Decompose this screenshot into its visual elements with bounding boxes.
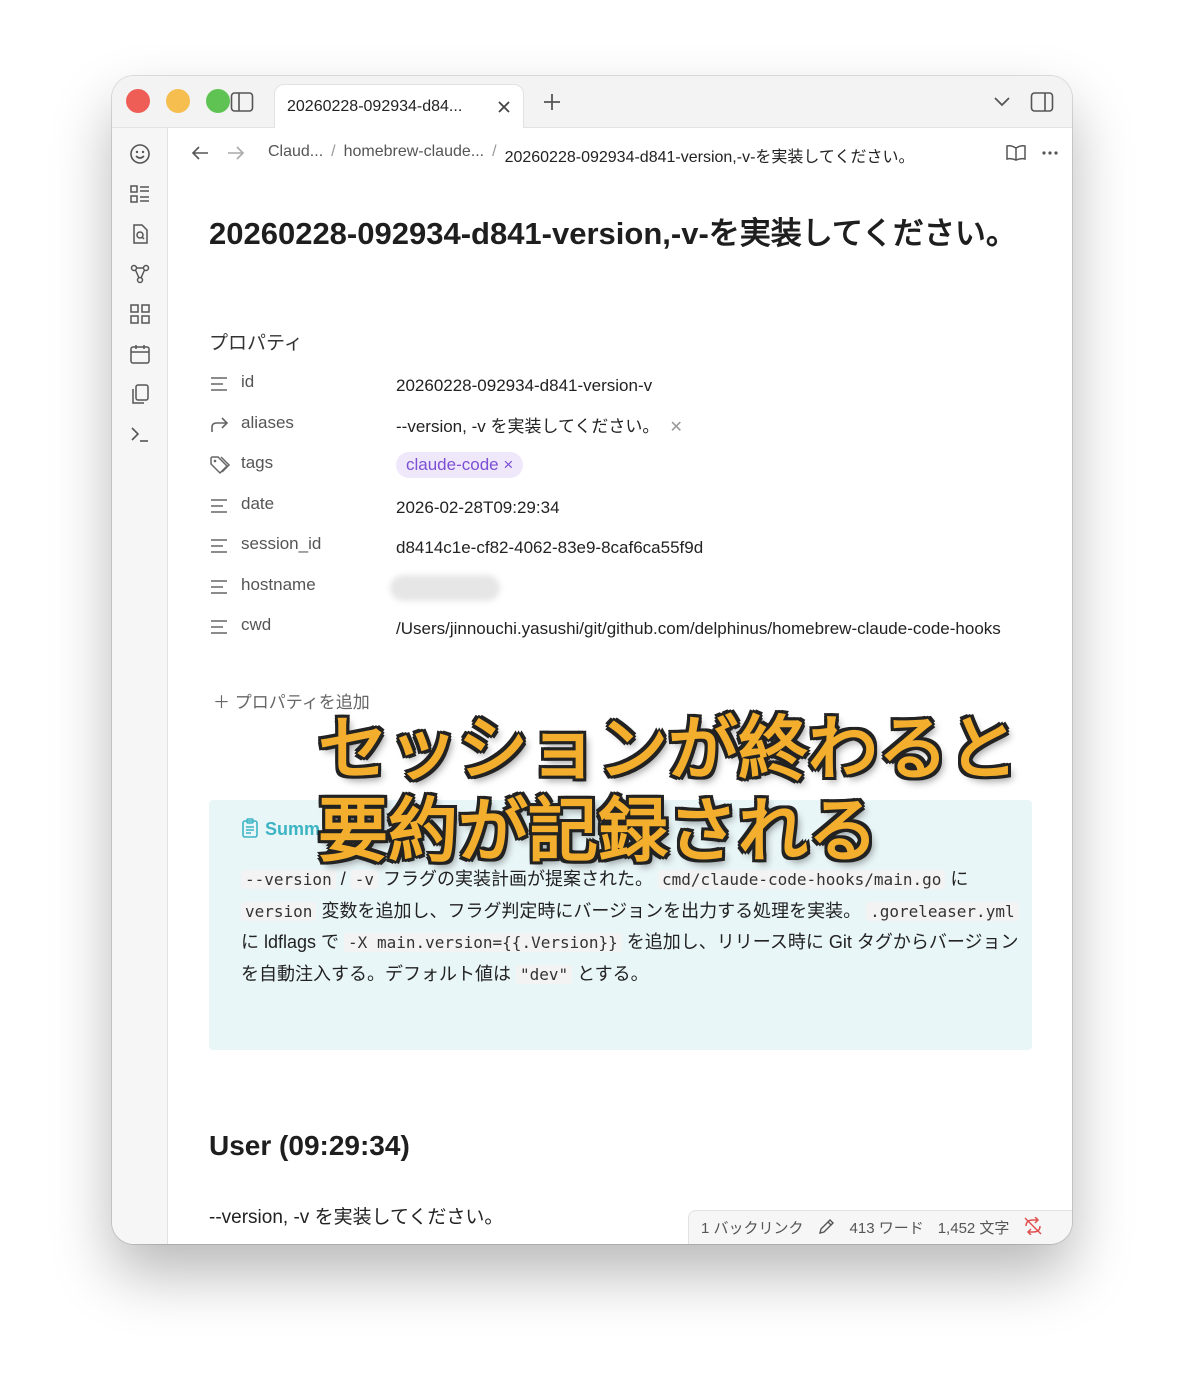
- sync-error-icon[interactable]: [1023, 1215, 1043, 1239]
- property-key: id: [241, 372, 255, 391]
- tab-close-icon[interactable]: [491, 94, 517, 120]
- zoom-window-button[interactable]: [206, 89, 230, 113]
- callout-body[interactable]: --version / -v フラグの実装計画が提案された。 cmd/claud…: [241, 864, 1021, 990]
- property-value[interactable]: d8414c1e-cf82-4062-83e9-8caf6ca55f9d: [396, 534, 1026, 561]
- property-value[interactable]: 2026-02-28T09:29:34: [396, 494, 1026, 521]
- text-lines-icon: [211, 580, 227, 594]
- overlay-line-1: セッションが終わると: [318, 708, 1018, 790]
- inline-code: -v: [350, 870, 378, 889]
- properties-heading[interactable]: プロパティ: [209, 328, 303, 355]
- blurred-hostname: [390, 575, 500, 601]
- word-count: 413 ワード: [849, 1220, 924, 1237]
- graph-view-icon[interactable]: [128, 262, 152, 286]
- text-span: に: [945, 869, 969, 889]
- breadcrumb-separator: /: [331, 143, 336, 160]
- app-window: 20260228-092934-d84... Claud... / homebr…: [112, 76, 1072, 1244]
- file-search-icon[interactable]: [128, 222, 152, 246]
- more-options-icon[interactable]: [1038, 141, 1062, 165]
- back-arrow-icon[interactable]: [188, 141, 212, 165]
- user-message-text[interactable]: --version, -v を実装してください。: [209, 1202, 503, 1229]
- callout-title[interactable]: Summ: [241, 818, 320, 840]
- alias-value: --version, -v を実装してください。: [396, 417, 660, 436]
- copy-pages-icon[interactable]: [128, 382, 152, 406]
- text-lines-icon: [211, 539, 227, 553]
- inline-code: -X main.version={{.Version}}: [344, 933, 622, 952]
- new-tab-icon[interactable]: [540, 90, 564, 114]
- property-key: cwd: [241, 615, 272, 634]
- ribbon: [112, 128, 168, 1244]
- text-lines-icon: [211, 377, 227, 391]
- text-lines-icon: [211, 620, 227, 634]
- sidebar-toggle-icon[interactable]: [230, 90, 254, 114]
- property-value[interactable]: 20260228-092934-d841-version-v: [396, 372, 1026, 399]
- text-lines-icon: [211, 499, 227, 513]
- calendar-icon[interactable]: [128, 342, 152, 366]
- plus-icon: ＋: [213, 693, 230, 712]
- property-key: hostname: [241, 575, 316, 594]
- navigation-bar: Claud... / homebrew-claude... / 20260228…: [168, 128, 1072, 178]
- user-section-heading[interactable]: User (09:29:34): [209, 1130, 410, 1162]
- text-span: 変数を追加し、フラグ判定時にバージョンを出力する処理を実装。: [316, 900, 862, 921]
- tags-icon: [210, 456, 231, 475]
- forward-arrow-icon[interactable]: [224, 141, 248, 165]
- reading-view-book-icon[interactable]: [1004, 141, 1028, 165]
- property-key: aliases: [241, 413, 294, 432]
- backlinks-count[interactable]: 1 バックリンク: [701, 1217, 804, 1238]
- inline-code: --version: [241, 870, 336, 889]
- inline-code: .goreleaser.yml: [866, 901, 1019, 921]
- property-value[interactable]: claude-code ×: [396, 451, 1026, 478]
- note-title[interactable]: 20260228-092934-d841-version,-v-を実装してくださ…: [209, 214, 1032, 254]
- right-sidebar-toggle-icon[interactable]: [1030, 90, 1054, 114]
- outline-list-icon[interactable]: [128, 182, 152, 206]
- minimize-window-button[interactable]: [166, 89, 190, 113]
- canvas-grid-icon[interactable]: [128, 302, 152, 326]
- clipboard-list-icon: [242, 818, 258, 838]
- overlay-caption: セッションが終わると 要約が記録される: [318, 708, 1018, 872]
- status-bar: 1 バックリンク 413 ワード 1,452 文字: [688, 1210, 1072, 1244]
- inline-code: "dev": [516, 964, 573, 984]
- property-value[interactable]: [390, 575, 1020, 609]
- property-key: date: [241, 494, 275, 513]
- breadcrumb-item-current[interactable]: 20260228-092934-d841-version,-v-を実装してくださ…: [505, 143, 915, 167]
- forward-arrow-icon: [211, 417, 229, 432]
- text-span: とする。: [572, 963, 649, 984]
- text-span: フラグの実装計画が提案された。: [377, 869, 653, 889]
- overlay-line-2: 要約が記録される: [318, 790, 878, 872]
- breadcrumb-separator: /: [492, 143, 497, 160]
- pencil-icon[interactable]: [818, 1217, 836, 1239]
- property-key: tags: [241, 453, 274, 472]
- text-span: /: [335, 869, 351, 889]
- close-window-button[interactable]: [126, 89, 150, 113]
- property-value[interactable]: /Users/jinnouchi.yasushi/git/github.com/…: [396, 615, 1026, 642]
- text-span: に ldflags で: [241, 932, 345, 952]
- breadcrumb-item-vault[interactable]: Claud...: [268, 143, 323, 167]
- inline-code: version: [241, 901, 317, 921]
- smiley-icon[interactable]: [128, 142, 152, 166]
- terminal-icon[interactable]: [128, 422, 152, 446]
- title-bar: 20260228-092934-d84...: [112, 76, 1072, 128]
- tag-pill[interactable]: claude-code ×: [396, 452, 524, 478]
- property-key: session_id: [241, 534, 322, 553]
- inline-code: cmd/claude-code-hooks/main.go: [658, 870, 946, 889]
- char-count: 1,452 文字: [937, 1220, 1010, 1237]
- callout-title-text: Summ: [265, 819, 321, 839]
- breadcrumb: Claud... / homebrew-claude... / 20260228…: [268, 143, 914, 167]
- property-value[interactable]: --version, -v を実装してください。 ✕: [396, 413, 1026, 441]
- breadcrumb-item-folder[interactable]: homebrew-claude...: [344, 143, 485, 167]
- remove-alias-icon[interactable]: ✕: [669, 419, 682, 436]
- chevron-down-icon[interactable]: [990, 90, 1014, 114]
- tab-active[interactable]: 20260228-092934-d84...: [274, 84, 524, 128]
- tab-title: 20260228-092934-d84...: [287, 97, 463, 115]
